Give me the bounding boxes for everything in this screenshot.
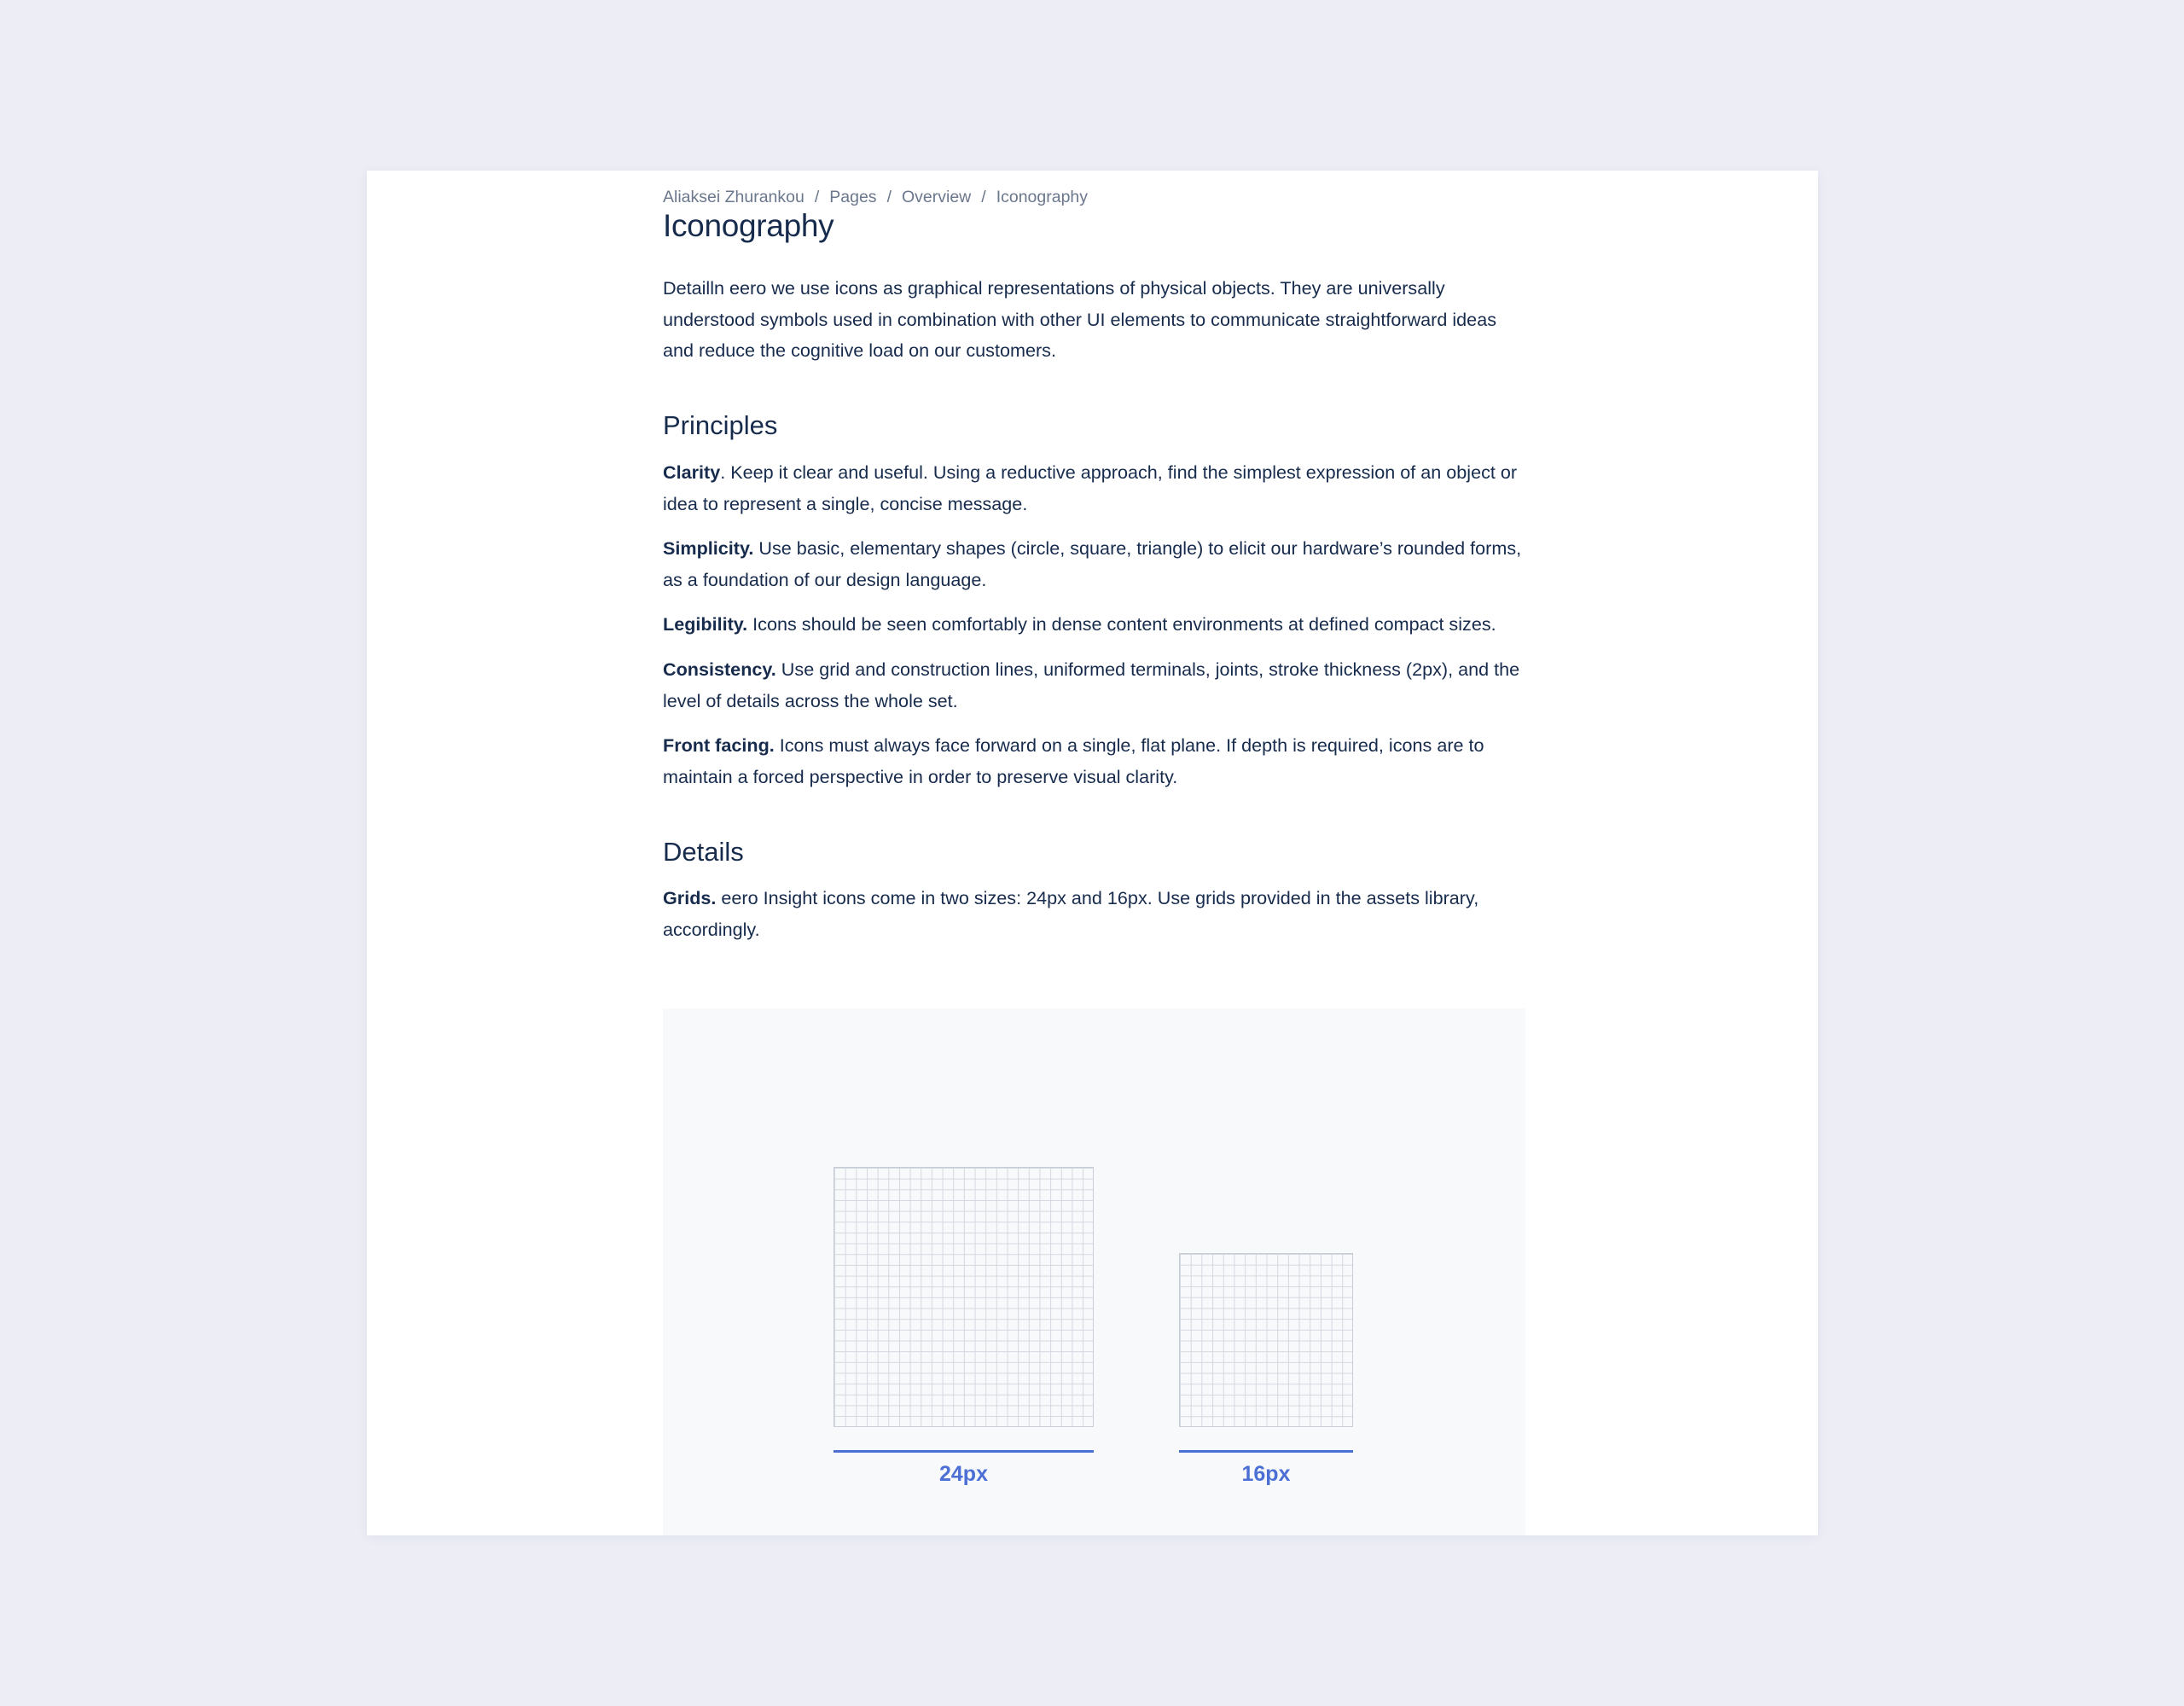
grid-label-24px: 24px — [939, 1462, 988, 1486]
breadcrumb-separator: / — [981, 188, 986, 206]
breadcrumb-item-current[interactable]: Iconography — [996, 188, 1088, 206]
detail-term: Grids. — [663, 887, 717, 908]
breadcrumb-item-overview[interactable]: Overview — [902, 188, 971, 206]
breadcrumb-separator: / — [886, 188, 892, 206]
principle-front-facing: Front facing. Icons must always face for… — [663, 730, 1525, 792]
breadcrumb-item-user[interactable]: Aliaksei Zhurankou — [663, 188, 804, 206]
breadcrumb: Aliaksei Zhurankou / Pages / Overview / Iconog… — [663, 188, 1088, 207]
breadcrumb-item-pages[interactable]: Pages — [829, 188, 876, 206]
grid-sizes-figure: 24px 16px — [663, 1008, 1525, 1535]
detail-grids: Grids. eero Insight icons come in two si… — [663, 883, 1525, 945]
principle-simplicity: Simplicity. Use basic, elementary shapes… — [663, 533, 1525, 595]
grid-16px — [1179, 1253, 1353, 1427]
principle-term: Front facing. — [663, 734, 775, 756]
principle-term: Legibility. — [663, 613, 748, 635]
principle-text: Use basic, elementary shapes (circle, sq… — [663, 537, 1522, 590]
page-card: Aliaksei Zhurankou / Pages / Overview / Iconog… — [367, 171, 1818, 1535]
principle-term: Consistency. — [663, 659, 776, 680]
intro-paragraph: Detailln eero we use icons as graphical … — [663, 277, 1497, 361]
measure-line-24px — [834, 1450, 1094, 1453]
principle-text: Icons must always face forward on a sing… — [663, 734, 1484, 787]
grid-24px — [834, 1167, 1094, 1427]
principle-term: Clarity — [663, 461, 721, 483]
page-title: Iconography — [663, 208, 834, 243]
principle-clarity: Clarity. Keep it clear and useful. Using… — [663, 457, 1525, 519]
detail-text: eero Insight icons come in two sizes: 24… — [663, 887, 1479, 940]
principle-text: . Keep it clear and useful. Using a redu… — [663, 461, 1518, 514]
principles-heading: Principles — [663, 410, 778, 440]
principle-term: Simplicity. — [663, 537, 754, 559]
measure-line-16px — [1179, 1450, 1353, 1453]
breadcrumb-separator: / — [814, 188, 820, 206]
principle-legibility: Legibility. Icons should be seen comfort… — [663, 609, 1525, 641]
principle-text: Icons should be seen comfortably in dens… — [747, 613, 1496, 635]
principle-consistency: Consistency. Use grid and construction l… — [663, 654, 1525, 717]
grid-label-16px: 16px — [1241, 1462, 1291, 1486]
details-heading: Details — [663, 837, 744, 867]
principle-text: Use grid and construction lines, uniform… — [663, 659, 1520, 711]
